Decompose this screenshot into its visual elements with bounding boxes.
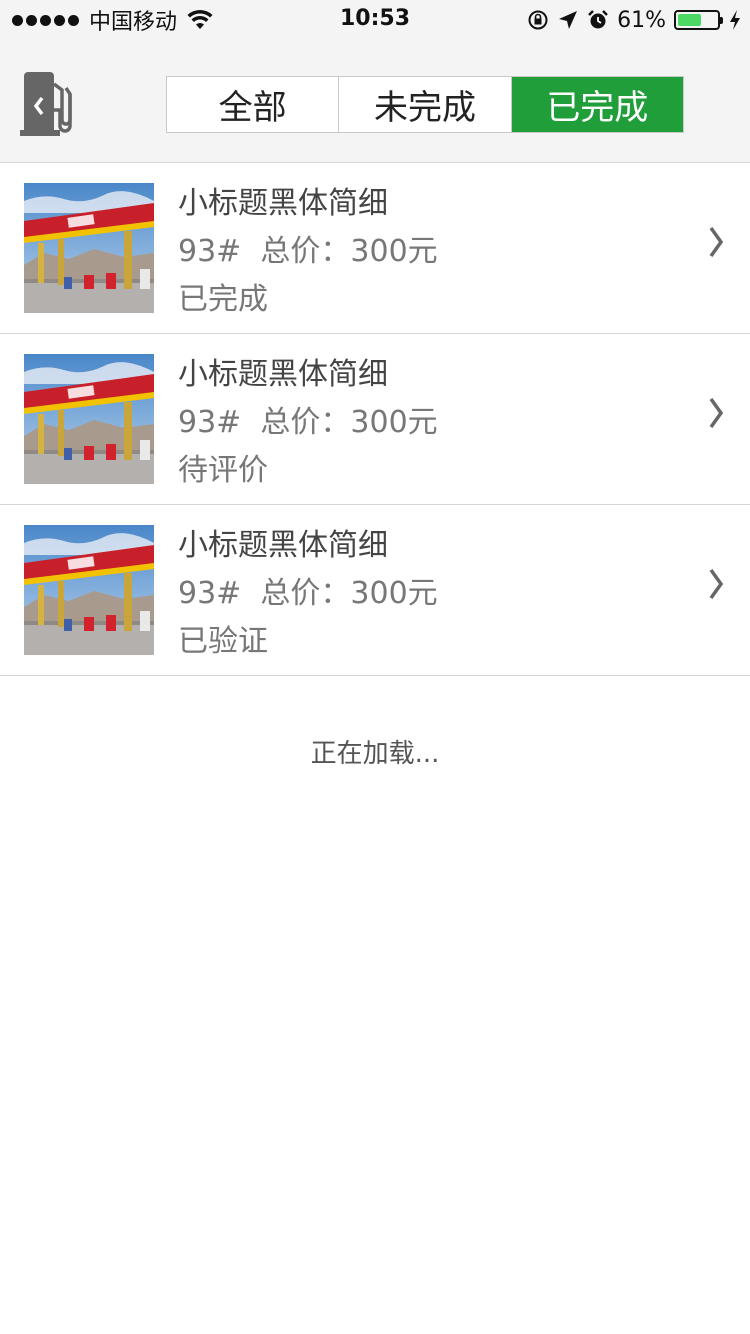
order-item[interactable]: 小标题黑体简细 93# 总价：300元 已验证 <box>0 505 750 676</box>
order-info: 小标题黑体简细 93# 总价：300元 待评价 <box>178 352 438 494</box>
gas-station-thumbnail <box>24 354 154 484</box>
tab-completed[interactable]: 已完成 <box>511 77 683 132</box>
fuel-grade: 93# <box>178 576 242 611</box>
order-info: 小标题黑体简细 93# 总价：300元 已完成 <box>178 181 438 323</box>
order-list: 小标题黑体简细 93# 总价：300元 已完成 小标题黑体简细 93# 总价：3… <box>0 163 750 676</box>
alarm-clock-icon <box>588 10 608 29</box>
rotation-lock-icon <box>528 10 548 30</box>
chevron-right-icon <box>709 226 724 258</box>
gas-station-thumbnail <box>24 525 154 655</box>
order-meta: 93# 总价：300元 <box>178 227 438 277</box>
total-price: 总价：300元 <box>260 234 438 269</box>
tab-all[interactable]: 全部 <box>167 77 340 132</box>
order-filter-tabs: 全部 未完成 已完成 <box>166 76 684 133</box>
location-arrow-icon <box>559 11 578 29</box>
fuel-pump-back-icon <box>20 72 72 136</box>
tab-incomplete[interactable]: 未完成 <box>339 77 512 132</box>
status-bar: 中国移动 10:53 61% <box>0 0 750 40</box>
total-price: 总价：300元 <box>260 405 438 440</box>
order-status: 已完成 <box>178 282 268 317</box>
total-price: 总价：300元 <box>260 576 438 611</box>
status-right: 61% <box>527 6 742 34</box>
order-item[interactable]: 小标题黑体简细 93# 总价：300元 已完成 <box>0 163 750 334</box>
order-status: 已验证 <box>178 624 268 659</box>
order-title: 小标题黑体简细 <box>178 528 388 563</box>
battery-icon <box>674 10 723 30</box>
order-info: 小标题黑体简细 93# 总价：300元 已验证 <box>178 523 438 665</box>
chevron-right-icon <box>709 397 724 429</box>
order-status: 待评价 <box>178 453 268 488</box>
chevron-right-icon <box>709 568 724 600</box>
nav-bar: 全部 未完成 已完成 <box>0 40 750 163</box>
order-meta: 93# 总价：300元 <box>178 398 438 448</box>
order-item[interactable]: 小标题黑体简细 93# 总价：300元 待评价 <box>0 334 750 505</box>
order-title: 小标题黑体简细 <box>178 186 388 221</box>
back-button[interactable] <box>20 70 82 136</box>
charging-bolt-icon <box>730 10 740 30</box>
battery-percentage: 61% <box>617 7 666 33</box>
battery-level <box>678 14 702 26</box>
order-title: 小标题黑体简细 <box>178 357 388 392</box>
loading-indicator: 正在加载... <box>310 739 440 769</box>
gas-station-thumbnail <box>24 183 154 313</box>
order-meta: 93# 总价：300元 <box>178 569 438 619</box>
fuel-grade: 93# <box>178 234 242 269</box>
fuel-grade: 93# <box>178 405 242 440</box>
